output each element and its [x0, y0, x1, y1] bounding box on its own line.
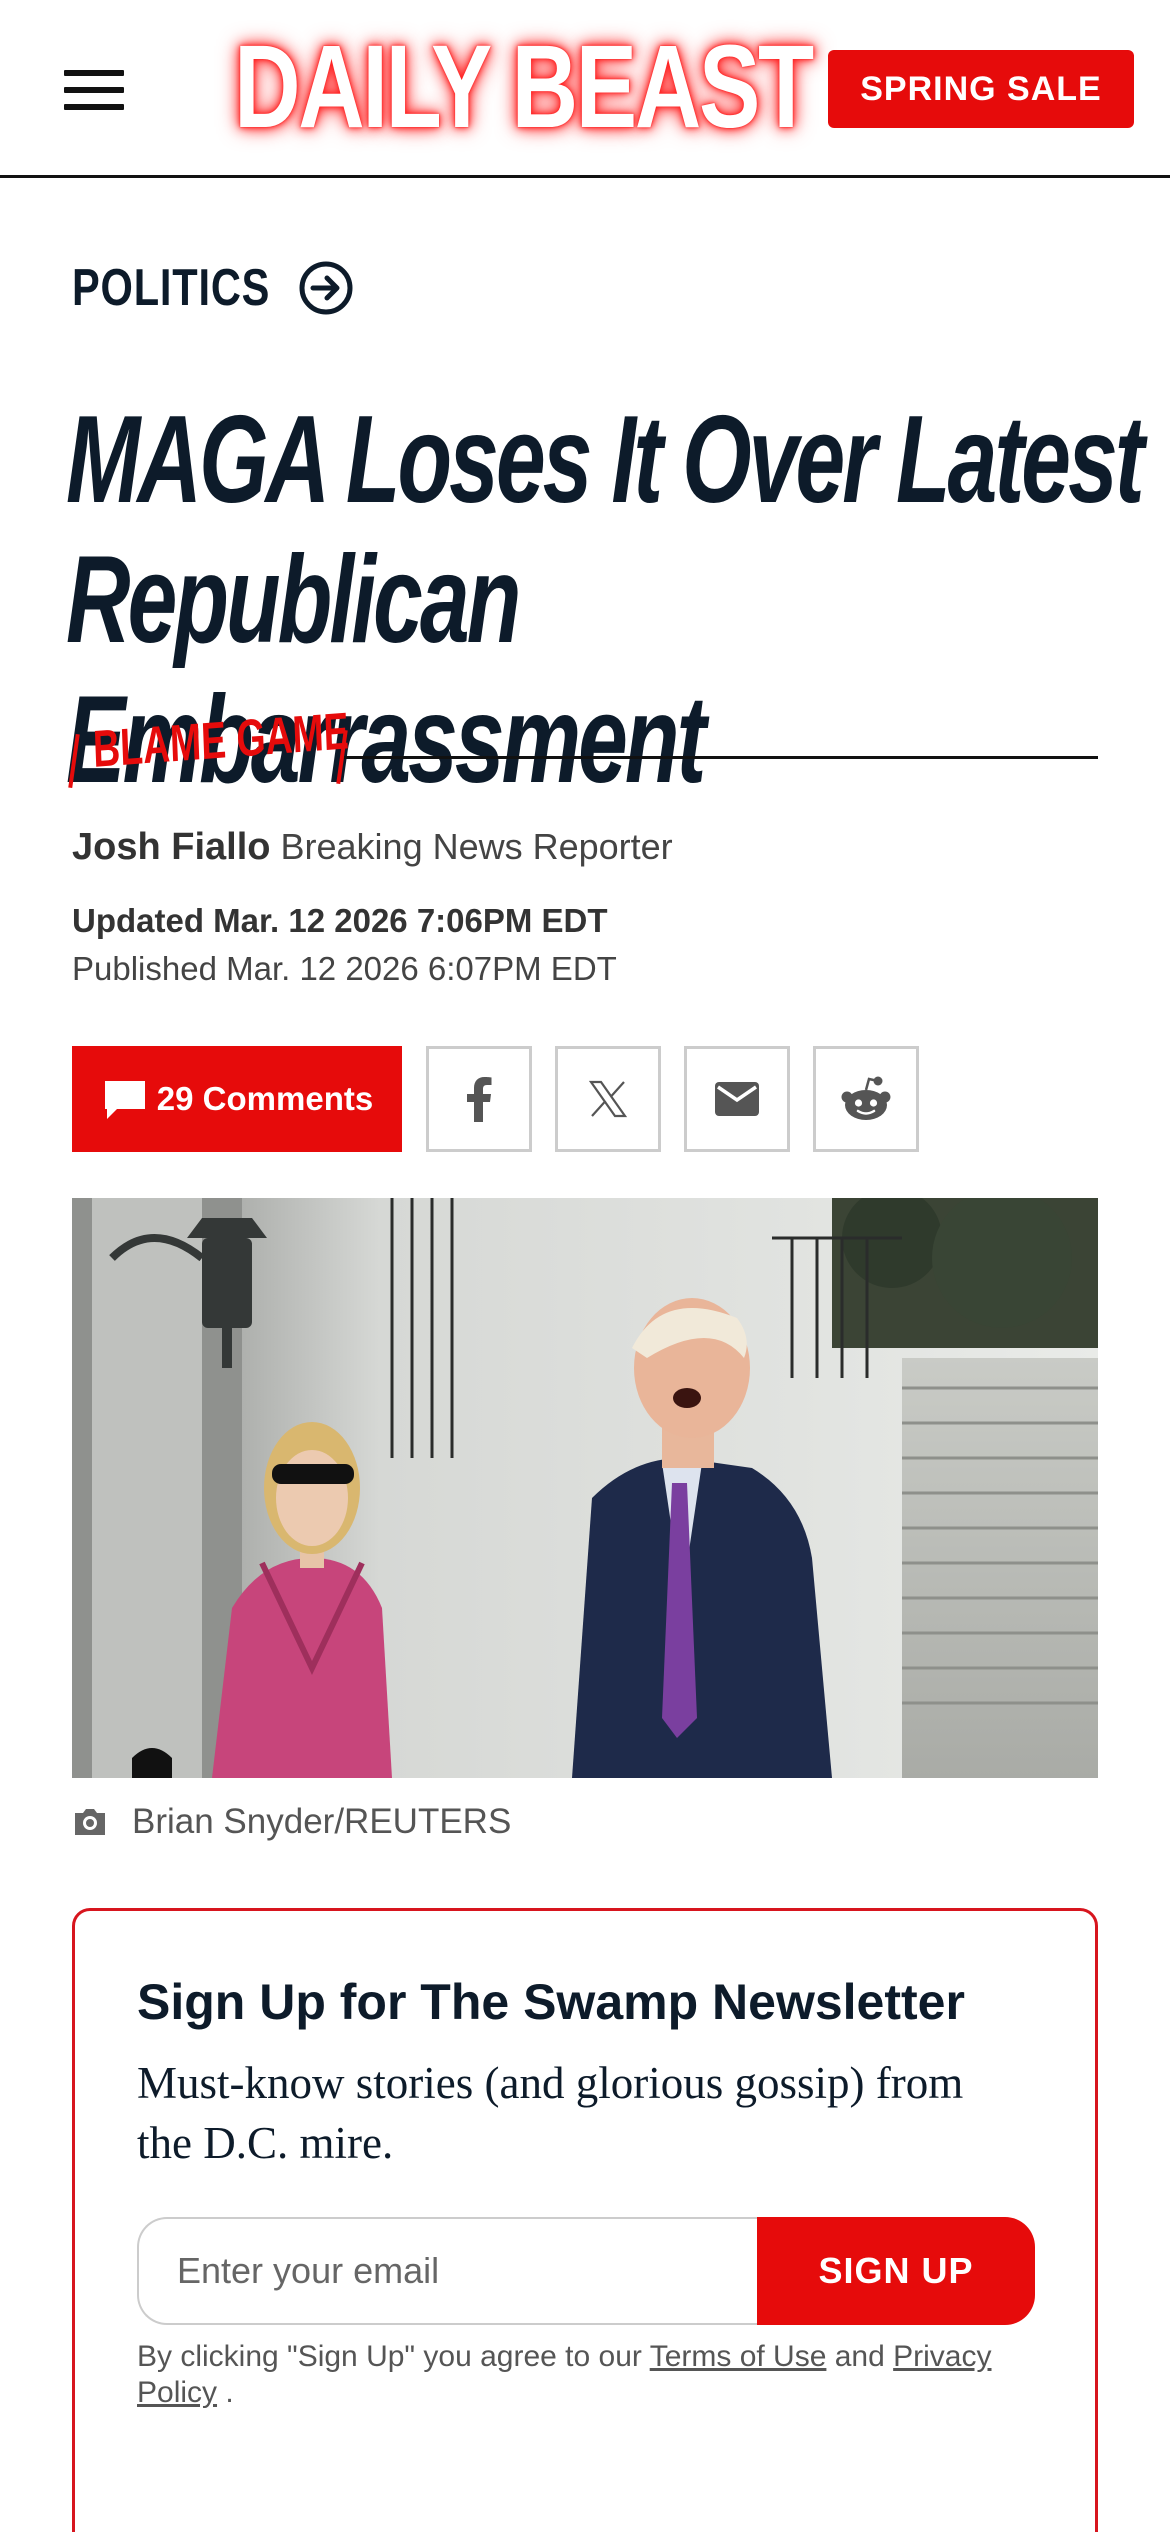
x-icon — [588, 1080, 628, 1118]
comments-button[interactable]: 29 Comments — [72, 1046, 402, 1152]
legal-suffix: . — [217, 2376, 234, 2409]
section-label: POLITICS — [72, 259, 271, 317]
kicker-divider — [344, 756, 1098, 759]
headline-line-1: MAGA Loses It Over Latest — [66, 391, 1145, 529]
updated-timestamp: Updated Mar. 12 2026 7:06PM EDT — [72, 902, 608, 939]
share-facebook-button[interactable] — [426, 1046, 532, 1152]
legal-prefix: By clicking "Sign Up" you agree to our — [137, 2340, 650, 2373]
comment-bubble-icon — [104, 1081, 145, 1119]
site-header: DAILY BEAST SPRING SALE — [0, 0, 1170, 178]
email-icon — [715, 1082, 759, 1116]
photo-caption: Brian Snyder/REUTERS — [72, 1802, 511, 1842]
byline: Josh Fiallo Breaking News Reporter — [72, 826, 673, 869]
author-role: Breaking News Reporter — [280, 826, 673, 867]
photo-credit: Brian Snyder/REUTERS — [132, 1802, 512, 1841]
newsletter-legal: By clicking "Sign Up" you agree to our T… — [137, 2339, 1037, 2411]
share-reddit-button[interactable] — [813, 1046, 919, 1152]
hamburger-menu-icon[interactable] — [64, 70, 124, 110]
legal-and: and — [826, 2340, 894, 2373]
comments-label: 29 Comments — [156, 1080, 374, 1117]
sign-up-button[interactable]: SIGN UP — [757, 2217, 1035, 2325]
terms-of-use-link[interactable]: Terms of Use — [650, 2340, 827, 2373]
facebook-icon — [467, 1077, 492, 1122]
newsletter-signup: Sign Up for The Swamp Newsletter Must-kn… — [72, 1908, 1098, 2532]
photo-illustration — [72, 1198, 1098, 1778]
article-kicker: BLAME GAME — [68, 702, 1098, 790]
share-email-button[interactable] — [684, 1046, 790, 1152]
share-x-button[interactable] — [555, 1046, 661, 1152]
newsletter-description: Must-know stories (and glorious gossip) … — [137, 2058, 964, 2168]
camera-icon — [75, 1809, 105, 1835]
circle-arrow-right-icon — [299, 261, 353, 315]
published-timestamp: Published Mar. 12 2026 6:07PM EDT — [72, 950, 617, 987]
section-link[interactable]: POLITICS — [72, 258, 354, 318]
newsletter-title: Sign Up for The Swamp Newsletter — [137, 1974, 965, 2030]
reddit-icon — [841, 1076, 891, 1120]
article-photo[interactable] — [72, 1198, 1098, 1778]
email-input[interactable] — [137, 2217, 767, 2325]
site-logo[interactable]: DAILY BEAST — [234, 21, 814, 153]
spring-sale-button[interactable]: SPRING SALE — [828, 50, 1134, 128]
author-name[interactable]: Josh Fiallo — [72, 826, 270, 868]
